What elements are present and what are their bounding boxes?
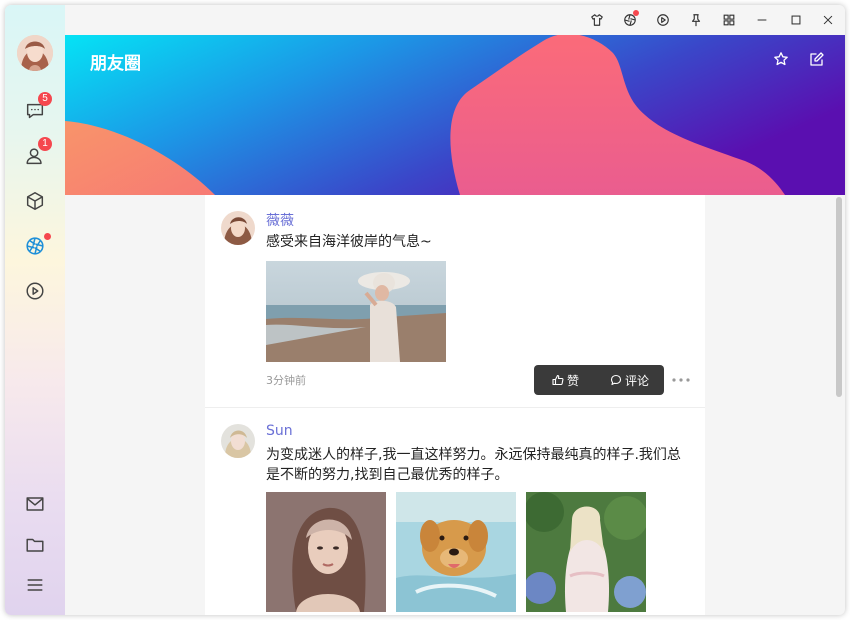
title-bar	[65, 5, 845, 35]
post-photo[interactable]	[396, 492, 516, 612]
play-icon	[657, 14, 669, 26]
close-icon	[823, 15, 833, 25]
contacts-badge: 1	[38, 137, 52, 151]
sidebar-item-cube[interactable]	[18, 184, 52, 218]
post-avatar[interactable]	[221, 211, 255, 245]
skin-button[interactable]	[586, 10, 608, 30]
post-photo[interactable]	[266, 492, 386, 612]
moments-icon	[26, 237, 44, 255]
minimize-icon	[757, 19, 767, 21]
post-item: Sun 为变成迷人的样子,我一直这样努力。永远保持最纯真的样子.我们总是不断的努…	[205, 408, 705, 615]
cube-icon	[26, 192, 44, 210]
compose-button[interactable]	[807, 49, 827, 69]
more-dots-icon	[672, 378, 690, 382]
comment-icon	[610, 374, 622, 386]
moments-dot	[633, 10, 639, 16]
mail-icon	[26, 497, 44, 511]
like-button[interactable]: 赞	[552, 365, 579, 395]
post-time: 3分钟前	[266, 374, 306, 387]
like-label: 赞	[567, 373, 580, 388]
grid-button[interactable]	[718, 10, 740, 30]
favorite-button[interactable]	[771, 49, 791, 69]
sidebar: 5 1	[5, 5, 65, 615]
sidebar-item-folder[interactable]	[18, 528, 52, 562]
more-button[interactable]	[671, 373, 691, 387]
sidebar-item-mail[interactable]	[18, 487, 52, 521]
sidebar-item-contacts[interactable]: 1	[18, 137, 52, 173]
user-avatar[interactable]	[17, 35, 53, 71]
post-photo[interactable]	[526, 492, 646, 612]
star-icon	[774, 52, 788, 66]
unread-badge: 5	[38, 92, 52, 106]
moments-feed: 薇薇 感受来自海洋彼岸的气息~ 3分钟前 赞 评论 Sun 为变成迷人的样子,我…	[205, 195, 705, 615]
edit-icon	[810, 52, 824, 66]
thumbs-up-icon	[552, 374, 564, 386]
post-text: 为变成迷人的样子,我一直这样努力。永远保持最纯真的样子.我们总是不断的努力,找到…	[266, 447, 681, 483]
page-title: 朋友圈	[90, 54, 141, 74]
post-text: 感受来自海洋彼岸的气息~	[266, 234, 432, 250]
comment-label: 评论	[625, 373, 650, 388]
folder-icon	[26, 538, 44, 552]
close-button[interactable]	[817, 10, 839, 30]
minimize-button[interactable]	[751, 10, 773, 30]
banner-background	[65, 35, 845, 195]
pin-icon	[691, 14, 701, 27]
sidebar-item-video[interactable]	[18, 274, 52, 308]
post-action-bar: 赞 评论	[534, 365, 664, 395]
sidebar-item-moments[interactable]	[18, 229, 52, 263]
moments-dot	[44, 233, 51, 240]
play-button[interactable]	[652, 10, 674, 30]
pin-button[interactable]	[685, 10, 707, 30]
maximize-icon	[791, 15, 801, 25]
sidebar-item-menu[interactable]	[18, 568, 52, 602]
post-avatar[interactable]	[221, 424, 255, 458]
comment-button[interactable]: 评论	[610, 365, 649, 395]
moments-banner: 朋友圈	[65, 35, 845, 195]
sidebar-item-chat[interactable]: 5	[18, 92, 52, 128]
grid-icon	[723, 14, 735, 26]
moments-button[interactable]	[619, 10, 641, 30]
menu-icon	[27, 579, 43, 591]
feed-scrollbar[interactable]	[836, 197, 842, 397]
post-username[interactable]: 薇薇	[266, 210, 294, 230]
video-icon	[26, 282, 44, 300]
shirt-icon	[591, 14, 603, 26]
post-photo[interactable]	[266, 261, 446, 362]
app-window: 5 1 朋友圈 薇薇 感受来自海洋彼岸的气息~ 3分钟前 赞 评论 Sun 为变…	[5, 5, 845, 615]
post-item: 薇薇 感受来自海洋彼岸的气息~ 3分钟前 赞 评论	[205, 195, 705, 408]
maximize-button[interactable]	[785, 10, 807, 30]
post-username[interactable]: Sun	[266, 423, 293, 439]
